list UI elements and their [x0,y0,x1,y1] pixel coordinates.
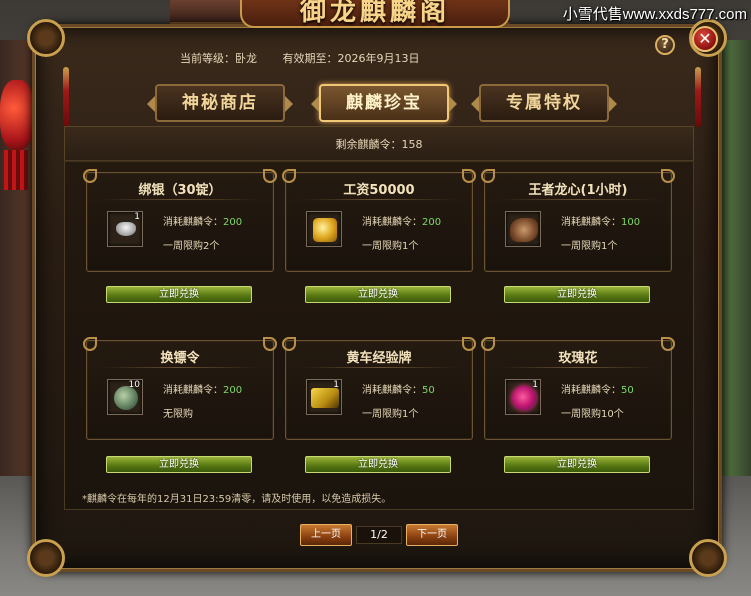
cost-label: 消耗麒麟令： [561,217,621,228]
purchase-limit: 一周限购2个 [163,241,220,252]
exchange-button[interactable]: 立即兑换 [305,286,451,303]
corner-ornament-icon [689,539,727,577]
window-title-banner: 御龙麒麟阁 [240,0,510,28]
item-slot[interactable] [306,211,342,247]
tab-mystery-shop[interactable]: 神秘商店 [147,84,293,122]
cost-value: 50 [621,385,634,396]
item-cost: 消耗麒麟令：50 [561,381,634,396]
corner-ornament-icon [27,539,65,577]
close-button[interactable]: ✕ [692,26,718,52]
item-title: 换镖令 [160,351,200,366]
cost-label: 消耗麒麟令： [362,217,422,228]
cost-label: 消耗麒麟令： [362,385,422,396]
tassel-icon [63,67,69,127]
cost-value: 50 [422,385,435,396]
lantern-tassel-icon [4,150,28,190]
item-slot[interactable] [505,211,541,247]
tab-qilin-treasure[interactable]: 麒麟珍宝 [311,84,457,122]
exchange-button[interactable]: 立即兑换 [305,456,451,473]
expiry-date: 有效期至：2026年9月13日 [282,52,420,65]
title-divider [501,199,655,200]
exchange-button[interactable]: 立即兑换 [106,286,252,303]
purchase-limit: 一周限购1个 [561,241,618,252]
item-title: 玫瑰花 [558,351,598,366]
item-slot[interactable]: 1 [306,379,342,415]
membership-info: 当前等级：卧龙 有效期至：2026年9月13日 [180,50,580,66]
title-divider [302,367,456,368]
item-cost: 消耗麒麟令：200 [163,381,242,396]
cost-label: 消耗麒麟令： [163,385,223,396]
token-reset-notice: *麒麟令在每年的12月31日23:59清零，请及时使用，以免造成损失。 [82,494,392,505]
pagination: 上一页 1/2 下一页 [300,524,460,546]
item-quantity: 10 [128,380,140,390]
item-title: 工资50000 [343,183,415,198]
dragon-heart-icon [510,218,538,242]
title-divider [501,367,655,368]
item-card: 工资50000 消耗麒麟令：200 一周限购1个 [282,169,476,272]
cost-value: 100 [621,217,641,228]
watermark-text: 小雪代售www.xxds777.com [562,6,747,23]
cost-value: 200 [223,385,243,396]
help-button[interactable]: ? [655,35,675,55]
item-card: 黄车经验牌 1 消耗麒麟令：50 一周限购1个 [282,337,476,440]
item-title: 王者龙心(1小时) [528,183,628,198]
item-quantity: 1 [333,380,339,390]
window-title: 御龙麒麟阁 [299,0,450,27]
item-cost: 消耗麒麟令：200 [362,213,441,228]
silver-ingot-icon [116,222,136,236]
item-card: 玫瑰花 1 消耗麒麟令：50 一周限购10个 [481,337,675,440]
gold-coins-icon [313,218,337,242]
next-page-button[interactable]: 下一页 [406,524,458,546]
item-card: 王者龙心(1小时) 消耗麒麟令：100 一周限购1个 [481,169,675,272]
prev-page-button[interactable]: 上一页 [300,524,352,546]
cost-label: 消耗麒麟令： [561,385,621,396]
exchange-button[interactable]: 立即兑换 [504,456,650,473]
title-divider [103,367,257,368]
item-quantity: 1 [532,380,538,390]
exchange-button[interactable]: 立即兑换 [504,286,650,303]
item-title: 黄车经验牌 [346,351,412,366]
item-cost: 消耗麒麟令：100 [561,213,640,228]
remaining-tokens: 剩余麒麟令：158 [64,126,694,162]
red-lantern-icon [0,80,34,150]
item-cost: 消耗麒麟令：50 [362,381,435,396]
yellow-cart-icon [311,388,339,408]
tassel-icon [695,67,701,127]
exchange-button[interactable]: 立即兑换 [106,456,252,473]
item-slot[interactable]: 10 [107,379,143,415]
title-divider [302,199,456,200]
item-title: 绑银（30锭） [138,183,222,198]
item-quantity: 1 [134,212,140,222]
shop-tabs: 神秘商店 麒麟珍宝 专属特权 [147,84,617,124]
current-level: 当前等级：卧龙 [180,52,257,65]
purchase-limit: 无限购 [163,409,193,420]
cost-label: 消耗麒麟令： [163,217,223,228]
cost-value: 200 [422,217,442,228]
purchase-limit: 一周限购1个 [362,409,419,420]
item-card: 绑银（30锭） 1 消耗麒麟令：200 一周限购2个 [83,169,277,272]
item-slot[interactable]: 1 [505,379,541,415]
purchase-limit: 一周限购10个 [561,409,624,420]
purchase-limit: 一周限购1个 [362,241,419,252]
cost-value: 200 [223,217,243,228]
item-slot[interactable]: 1 [107,211,143,247]
title-divider [103,199,257,200]
corner-ornament-icon [27,19,65,57]
page-indicator: 1/2 [356,526,402,544]
tab-exclusive-privilege[interactable]: 专属特权 [471,84,617,122]
item-card: 换镖令 10 消耗麒麟令：200 无限购 [83,337,277,440]
item-cost: 消耗麒麟令：200 [163,213,242,228]
